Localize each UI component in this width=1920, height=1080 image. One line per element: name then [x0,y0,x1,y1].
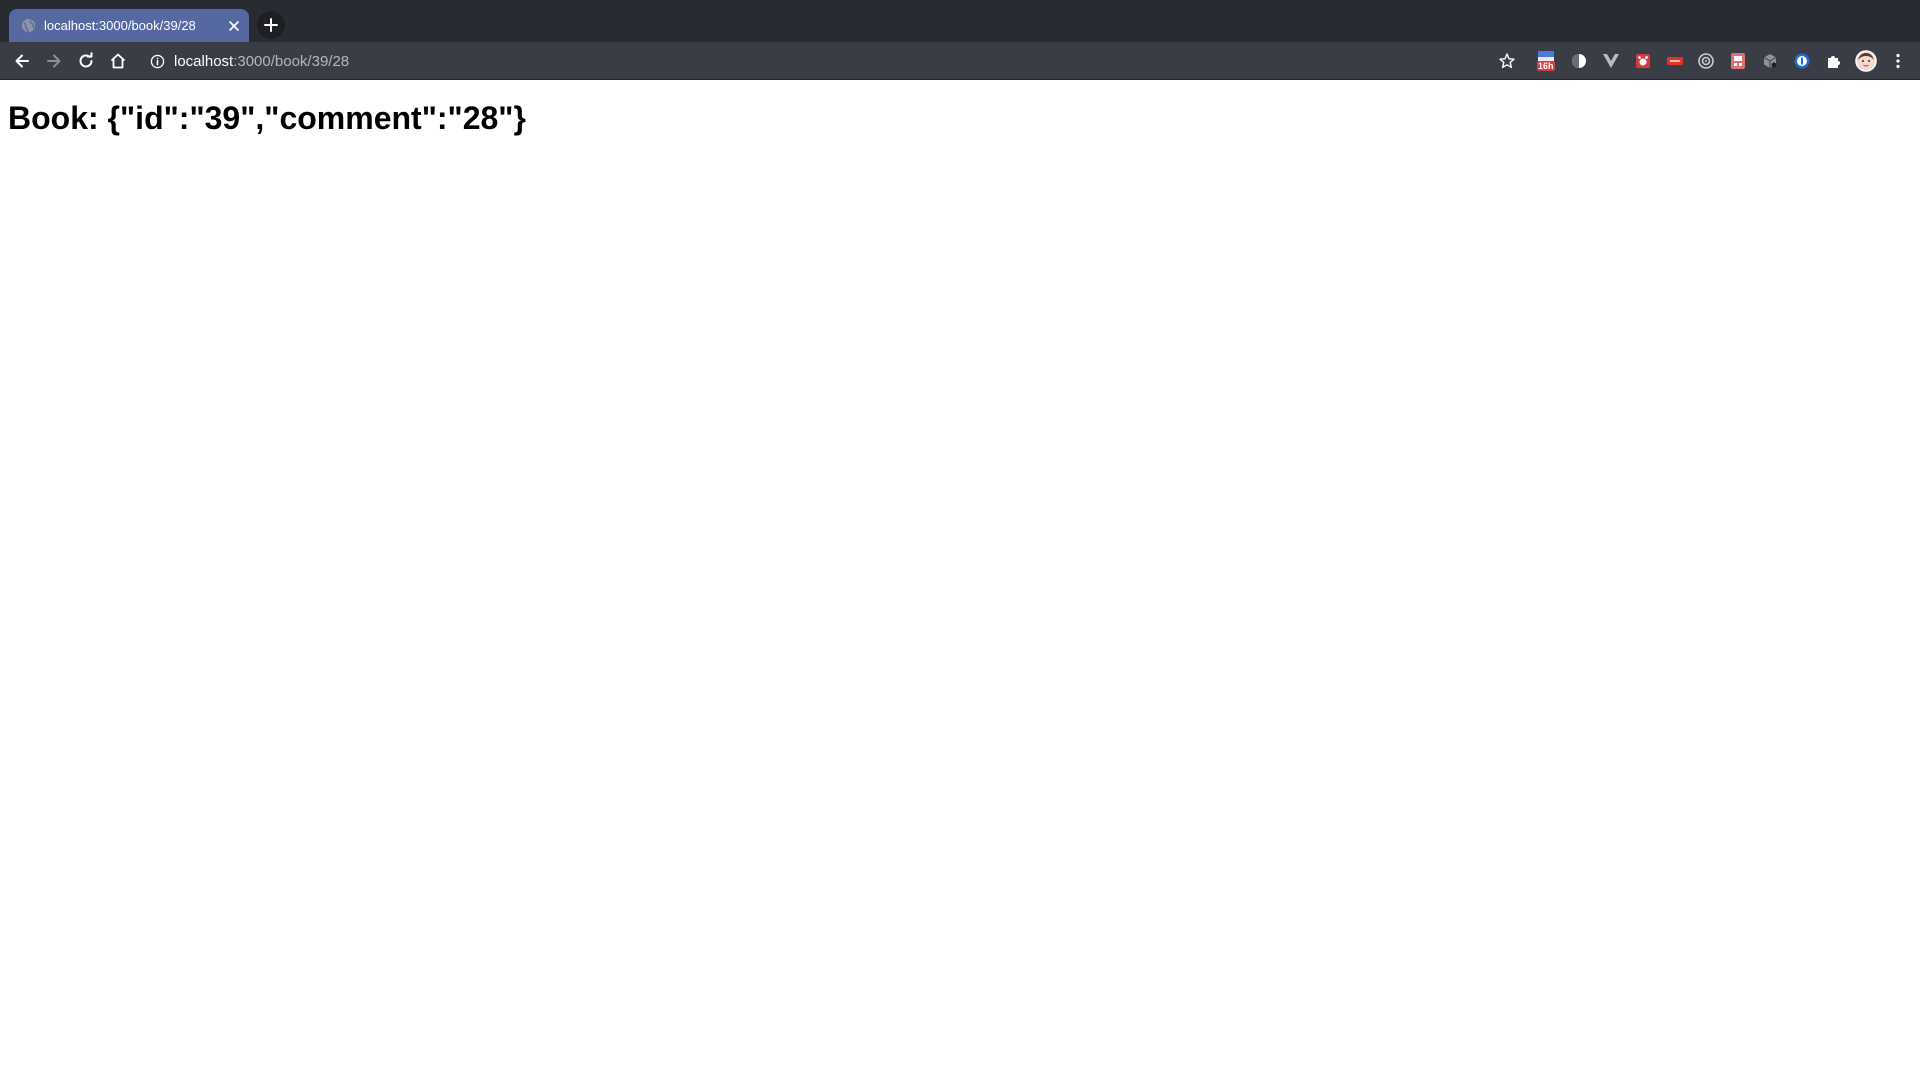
plus-icon [264,18,278,32]
url-text: localhost:3000/book/39/28 [174,53,349,70]
forward-arrow-icon [47,54,61,68]
red-box-icon [1731,53,1745,69]
puzzle-icon [1828,56,1840,68]
globe-icon [21,18,36,33]
circle-extension-icon[interactable] [1568,50,1590,72]
calendar-extension-icon[interactable]: 16h [1535,50,1557,72]
reload-icon [79,52,93,68]
profile-avatar[interactable] [1855,50,1877,72]
new-tab-button[interactable] [257,11,285,39]
reload-button[interactable] [74,49,98,73]
browser-menu-button[interactable] [1887,50,1909,72]
cube-icon [1763,54,1777,68]
home-icon [110,53,126,69]
password-manager-glyph [1794,53,1810,69]
red-paw-icon [1636,54,1650,68]
back-arrow-icon [15,54,29,68]
vue-icon [1603,54,1619,68]
address-bar[interactable]: localhost:3000/book/39/28 [142,45,1506,77]
tab-strip: localhost:3000/book/39/28 [0,0,1920,42]
extensions-button[interactable] [1823,50,1845,72]
vue-devtools-icon[interactable] [1600,50,1622,72]
circle-icon [1572,54,1586,68]
red-box-extension-icon[interactable] [1727,50,1749,72]
close-icon[interactable] [227,19,241,33]
forward-button[interactable] [42,49,66,73]
red-extension-icon[interactable] [1632,50,1654,72]
bookmark-button[interactable] [1496,50,1518,72]
kebab-menu-icon [1896,53,1900,69]
cube-extension-icon[interactable] [1759,50,1781,72]
red-bar-icon [1667,57,1683,65]
target-icon [1698,53,1714,69]
back-button[interactable] [10,49,34,73]
password-manager-icon[interactable] [1791,50,1813,72]
browser-toolbar: localhost:3000/book/39/28 16h [0,42,1920,80]
target-extension-icon[interactable] [1695,50,1717,72]
red-bar-extension-icon[interactable] [1664,50,1686,72]
info-icon[interactable] [150,54,165,69]
calendar-badge-text: 16h [1538,61,1554,71]
tab-title: localhost:3000/book/39/28 [44,18,196,33]
avatar-icon [1855,50,1877,72]
url-host: localhost [174,53,234,70]
star-icon [1499,53,1515,69]
home-button[interactable] [106,49,130,73]
active-tab[interactable]: localhost:3000/book/39/28 [9,9,249,42]
page-heading: Book: {"id":"39","comment":"28"} [8,100,526,136]
url-path: :3000/book/39/28 [233,53,350,70]
